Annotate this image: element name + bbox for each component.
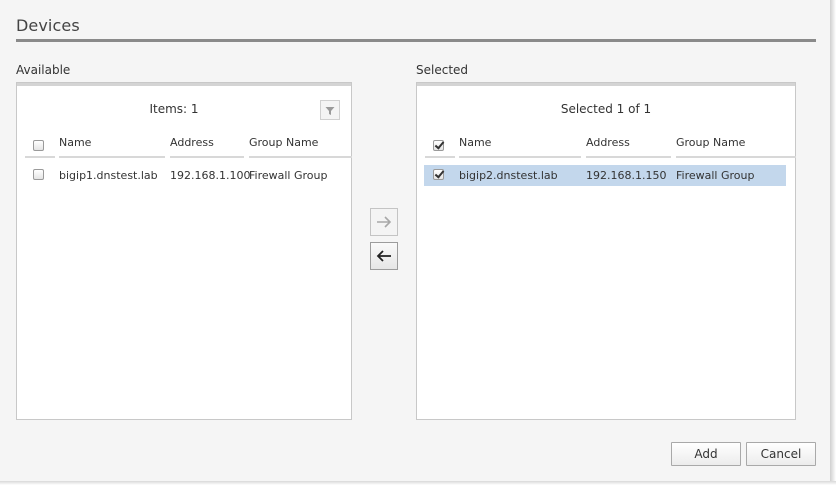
selected-count: Selected 1 of 1 xyxy=(560,102,652,116)
select-all-selected-checkbox[interactable] xyxy=(433,140,444,151)
table-row[interactable]: bigip2.dnstest.lab 192.168.1.150 Firewal… xyxy=(424,165,786,186)
column-rule xyxy=(676,156,796,158)
dialog-edge-shadow xyxy=(830,0,836,485)
select-all-available-checkbox[interactable] xyxy=(33,140,44,151)
column-rule xyxy=(170,156,244,158)
move-left-button[interactable] xyxy=(370,242,398,270)
arrow-right-icon xyxy=(376,213,392,232)
column-header-address[interactable]: Address xyxy=(586,136,630,149)
device-address: 192.168.1.100 xyxy=(170,169,251,182)
title-divider xyxy=(16,39,816,42)
column-rule xyxy=(586,156,671,158)
move-right-button[interactable] xyxy=(370,208,398,236)
available-label: Available xyxy=(16,63,71,77)
column-header-group-name[interactable]: Group Name xyxy=(676,136,745,149)
column-header-name[interactable]: Name xyxy=(59,136,91,149)
filter-icon xyxy=(325,101,335,120)
devices-dialog: Devices Available Selected Items: 1 Name… xyxy=(0,0,831,482)
row-checkbox[interactable] xyxy=(433,169,444,180)
add-button[interactable]: Add xyxy=(671,442,741,466)
arrow-left-icon xyxy=(376,247,392,266)
available-panel: Items: 1 Name Address Group Name bigip1.… xyxy=(16,82,352,420)
available-items-count: Items: 1 xyxy=(149,102,199,116)
device-group: Firewall Group xyxy=(249,169,328,182)
column-rule xyxy=(425,156,455,158)
column-rule xyxy=(59,156,165,158)
device-address: 192.168.1.150 xyxy=(586,169,667,182)
table-row[interactable]: bigip1.dnstest.lab 192.168.1.100 Firewal… xyxy=(24,165,342,186)
column-header-name[interactable]: Name xyxy=(459,136,491,149)
device-group: Firewall Group xyxy=(676,169,755,182)
selected-label: Selected xyxy=(416,63,469,77)
cancel-button[interactable]: Cancel xyxy=(746,442,816,466)
column-rule xyxy=(459,156,581,158)
selected-panel: Selected 1 of 1 Name Address Group Name … xyxy=(416,82,796,420)
dialog-title: Devices xyxy=(16,16,80,35)
filter-button[interactable] xyxy=(320,100,340,120)
panel-top-bar xyxy=(17,83,351,86)
column-rule xyxy=(249,156,352,158)
device-name: bigip2.dnstest.lab xyxy=(459,169,558,182)
column-header-address[interactable]: Address xyxy=(170,136,214,149)
device-name: bigip1.dnstest.lab xyxy=(59,169,158,182)
column-rule xyxy=(25,156,55,158)
column-header-group-name[interactable]: Group Name xyxy=(249,136,318,149)
row-checkbox[interactable] xyxy=(33,169,44,180)
dialog-edge-shadow xyxy=(0,481,836,485)
panel-top-bar xyxy=(417,83,795,86)
